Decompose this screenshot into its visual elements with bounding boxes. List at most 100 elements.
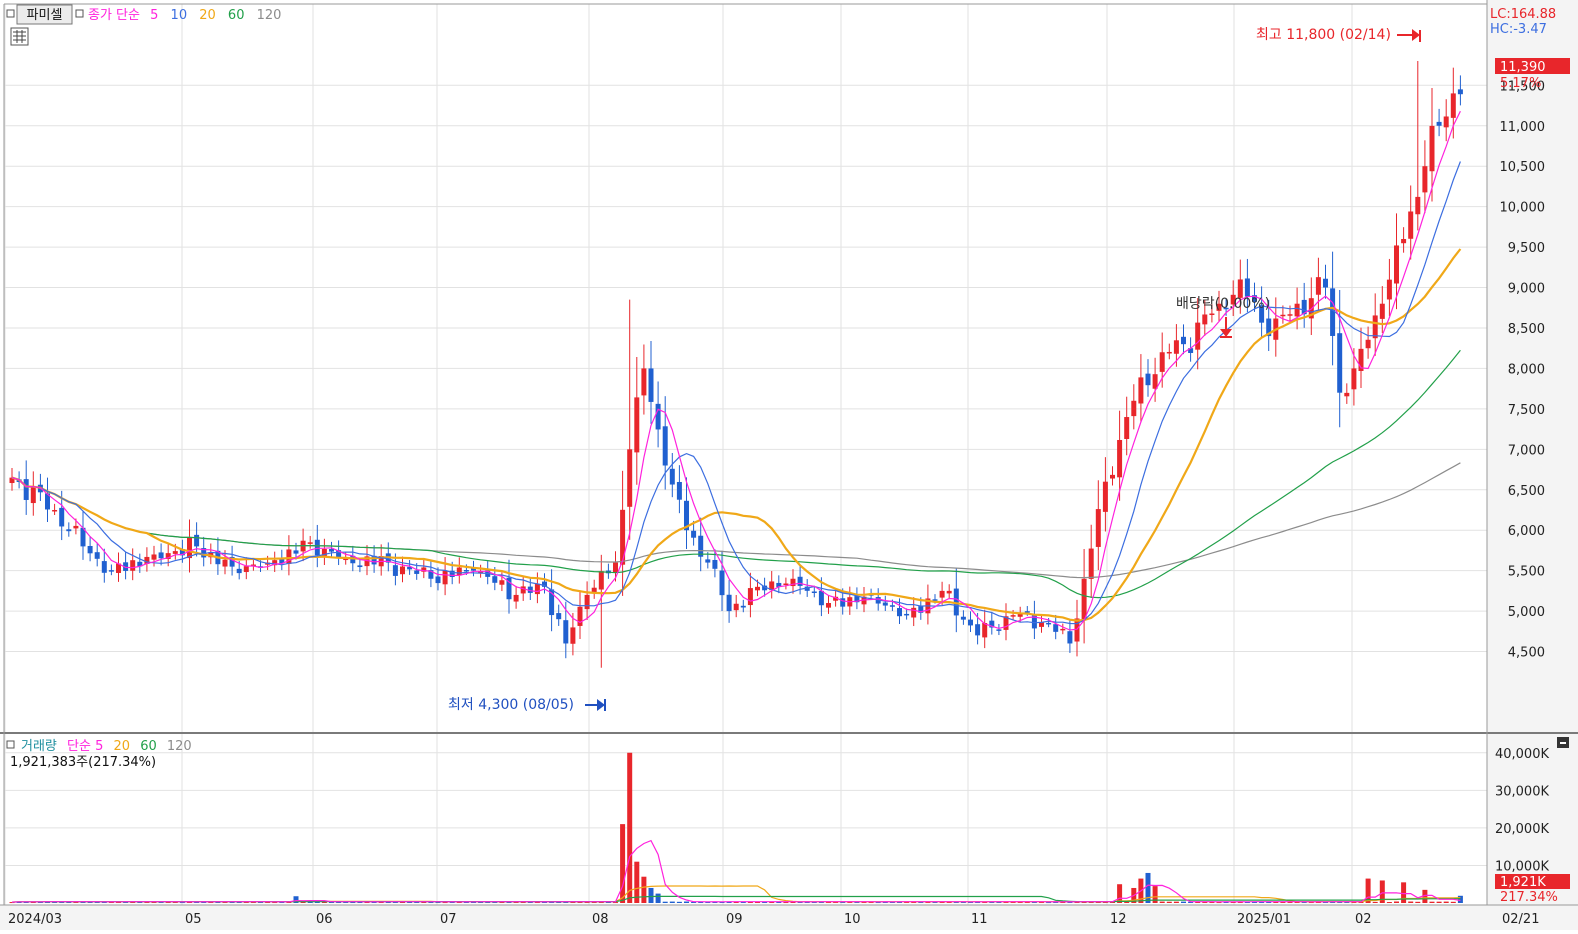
volume-bar[interactable] <box>1450 901 1456 903</box>
candle-body[interactable] <box>1365 339 1371 349</box>
candle-body[interactable] <box>1209 313 1215 316</box>
volume-bar[interactable] <box>1166 901 1172 903</box>
candle-body[interactable] <box>101 561 107 573</box>
candle-body[interactable] <box>1202 314 1208 325</box>
volume-bar[interactable] <box>648 887 654 903</box>
volume-bar[interactable] <box>1173 901 1179 903</box>
candle-body[interactable] <box>1095 509 1101 547</box>
candle-body[interactable] <box>534 583 540 595</box>
candle-body[interactable] <box>1081 578 1087 620</box>
candle-body[interactable] <box>435 576 441 584</box>
candle-body[interactable] <box>1408 211 1414 239</box>
candle-body[interactable] <box>1287 314 1293 316</box>
volume-bar[interactable] <box>641 876 647 903</box>
candle-body[interactable] <box>243 566 249 573</box>
candle-body[interactable] <box>982 623 988 638</box>
volume-bar[interactable] <box>1394 901 1399 903</box>
candle-body[interactable] <box>570 627 576 644</box>
candle-body[interactable] <box>1344 392 1350 397</box>
panel-handle-icon[interactable] <box>6 9 15 18</box>
candle-body[interactable] <box>357 565 363 568</box>
candle-body[interactable] <box>1315 277 1321 295</box>
candle-body[interactable] <box>726 594 732 612</box>
volume-bar[interactable] <box>1181 901 1186 903</box>
candle-body[interactable] <box>314 539 320 556</box>
candle-body[interactable] <box>1145 373 1151 386</box>
candle-body[interactable] <box>904 613 910 616</box>
candle-body[interactable] <box>158 552 164 559</box>
volume-bar[interactable] <box>676 901 682 903</box>
volume-bar[interactable] <box>662 901 668 903</box>
candle-body[interactable] <box>1394 245 1399 284</box>
volume-bar[interactable] <box>1443 901 1449 903</box>
candle-body[interactable] <box>400 566 405 575</box>
candle-body[interactable] <box>1138 377 1144 404</box>
volume-bar[interactable] <box>627 752 633 903</box>
volume-bar[interactable] <box>684 901 689 903</box>
candle-body[interactable] <box>1379 303 1385 319</box>
candle-body[interactable] <box>584 594 590 610</box>
candle-body[interactable] <box>1443 116 1449 128</box>
candle-body[interactable] <box>1415 196 1421 215</box>
candle-body[interactable] <box>755 586 760 591</box>
volume-bar[interactable] <box>1117 884 1123 903</box>
candle-body[interactable] <box>705 559 711 563</box>
candle-body[interactable] <box>946 590 952 594</box>
candle-body[interactable] <box>818 590 824 606</box>
candle-body[interactable] <box>747 588 753 606</box>
candle-body[interactable] <box>87 546 93 554</box>
candle-body[interactable] <box>1131 400 1137 417</box>
table-grid-icon[interactable] <box>10 27 29 46</box>
candle-body[interactable] <box>1436 121 1442 126</box>
candle-body[interactable] <box>1046 622 1052 625</box>
volume-bar[interactable] <box>1159 901 1165 903</box>
volume-bar[interactable] <box>1429 901 1435 903</box>
candle-body[interactable] <box>889 605 895 607</box>
candle-body[interactable] <box>811 591 817 594</box>
candle-body[interactable] <box>1294 303 1300 317</box>
candle-body[interactable] <box>1372 315 1378 339</box>
candle-body[interactable] <box>66 529 72 532</box>
candle-body[interactable] <box>1110 474 1115 479</box>
volume-bar[interactable] <box>1457 895 1463 903</box>
candle-body[interactable] <box>187 537 192 559</box>
candle-body[interactable] <box>1386 279 1392 300</box>
candle-body[interactable] <box>691 530 697 538</box>
candle-body[interactable] <box>1031 614 1037 629</box>
candle-body[interactable] <box>1181 336 1186 345</box>
candle-body[interactable] <box>826 603 831 608</box>
volume-bar[interactable] <box>1124 901 1130 903</box>
candle-body[interactable] <box>1401 239 1407 244</box>
candle-body[interactable] <box>939 590 945 598</box>
candle-body[interactable] <box>563 620 569 644</box>
candle-body[interactable] <box>556 613 562 620</box>
candle-body[interactable] <box>414 570 420 574</box>
candle-body[interactable] <box>1088 548 1094 579</box>
candle-body[interactable] <box>641 368 647 396</box>
candle-body[interactable] <box>598 571 604 590</box>
candle-body[interactable] <box>236 568 242 574</box>
volume-bar[interactable] <box>1415 901 1421 903</box>
candle-body[interactable] <box>108 570 114 572</box>
candle-body[interactable] <box>797 576 803 586</box>
candle-body[interactable] <box>627 449 633 507</box>
candle-body[interactable] <box>73 525 79 529</box>
candle-body[interactable] <box>1429 125 1435 172</box>
candle-body[interactable] <box>1351 368 1357 390</box>
candle-body[interactable] <box>1067 631 1073 644</box>
candle-body[interactable] <box>676 481 682 500</box>
candle-body[interactable] <box>307 542 313 544</box>
volume-bar[interactable] <box>1401 882 1407 903</box>
volume-bar[interactable] <box>1436 901 1442 903</box>
candle-body[interactable] <box>733 603 739 611</box>
volume-bar[interactable] <box>669 901 675 903</box>
candle-body[interactable] <box>392 565 398 576</box>
candle-body[interactable] <box>520 586 526 594</box>
candle-body[interactable] <box>634 397 640 453</box>
candle-body[interactable] <box>740 605 746 608</box>
candle-body[interactable] <box>1124 417 1130 439</box>
candle-body[interactable] <box>975 624 981 636</box>
candle-body[interactable] <box>655 403 661 430</box>
candle-body[interactable] <box>194 534 200 547</box>
candle-body[interactable] <box>222 559 228 567</box>
